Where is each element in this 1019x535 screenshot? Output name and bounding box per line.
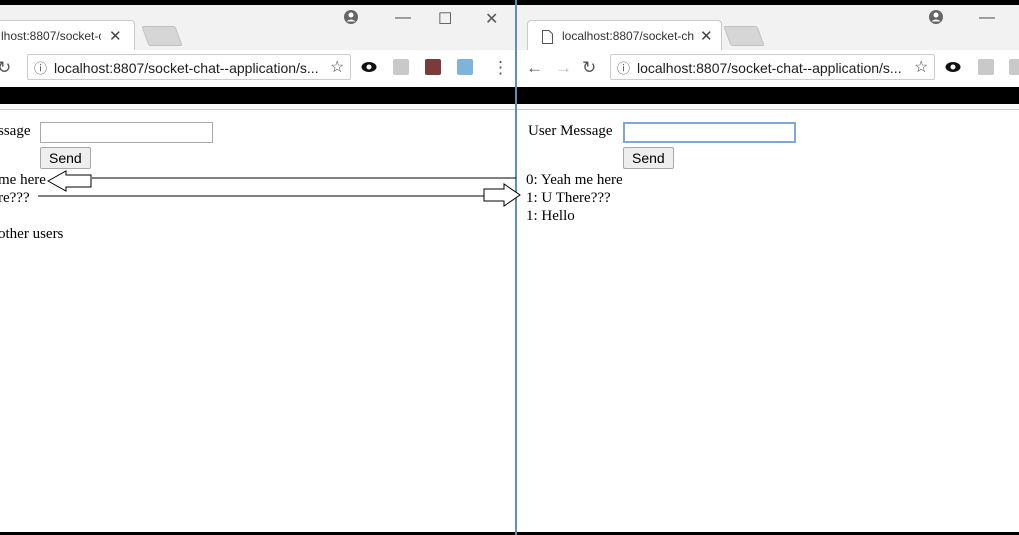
left-browser-window: lhost:8807/socket-ch ✕ — ☐ ✕ ↻ ⓘ localho… [0, 0, 515, 535]
right-browser-window: localhost:8807/socket-ch ✕ — ← → ↻ ⓘ loc… [517, 0, 1019, 535]
chat-message: me here [0, 172, 46, 188]
chat-message: other users [0, 226, 64, 242]
close-window-icon[interactable]: ✕ [485, 9, 498, 29]
pdf-extension-icon[interactable] [393, 59, 409, 75]
chat-message: 0: Yeah me here [526, 172, 623, 188]
tab-close-icon[interactable]: ✕ [700, 27, 713, 45]
chat-message: 1: U There??? [526, 190, 611, 206]
minimize-icon[interactable]: — [395, 9, 411, 27]
maximize-icon[interactable]: ☐ [438, 9, 452, 29]
user-message-label: User Message [528, 123, 613, 139]
address-bar[interactable]: ⓘ localhost:8807/socket-chat--applicatio… [27, 54, 351, 80]
minimize-icon[interactable]: — [979, 9, 995, 27]
send-button[interactable]: Send [623, 147, 674, 169]
bookmarks-bar [0, 87, 515, 104]
new-tab-button[interactable] [723, 26, 765, 46]
reload-icon[interactable]: ↻ [582, 58, 596, 78]
chat-message: 1: Hello [526, 208, 575, 224]
browser-toolbar: ← → ↻ ⓘ localhost:8807/socket-chat--appl… [517, 50, 1019, 87]
page-icon [542, 30, 553, 44]
chat-page: ssage Send me here re??? other users [0, 110, 515, 535]
extension-icon[interactable] [1009, 59, 1019, 75]
send-button[interactable]: Send [40, 147, 91, 169]
reload-icon[interactable]: ↻ [0, 58, 11, 78]
tab-close-icon[interactable]: ✕ [109, 27, 122, 45]
tab-strip: localhost:8807/socket-ch ✕ — [517, 5, 1019, 55]
user-message-label: ssage [0, 123, 31, 139]
address-url: localhost:8807/socket-chat--application/… [54, 60, 319, 76]
address-bar[interactable]: ⓘ localhost:8807/socket-chat--applicatio… [610, 54, 935, 80]
pdf-extension-icon[interactable] [978, 59, 994, 75]
info-icon[interactable]: ⓘ [617, 58, 630, 77]
browser-toolbar: ↻ ⓘ localhost:8807/socket-chat--applicat… [0, 50, 515, 87]
tab-title: lhost:8807/socket-ch [1, 29, 101, 43]
bookmarks-bar [517, 87, 1019, 104]
info-icon[interactable]: ⓘ [34, 58, 47, 77]
account-circle-icon[interactable] [343, 9, 359, 25]
account-circle-icon[interactable] [928, 9, 944, 25]
forward-icon[interactable]: → [555, 58, 572, 78]
menu-icon[interactable]: ⋮ [492, 58, 509, 78]
tab-strip: lhost:8807/socket-ch ✕ — ☐ ✕ [0, 5, 515, 55]
chat-page: User Message Send 0: Yeah me here 1: U T… [517, 110, 1019, 535]
eye-extension-icon[interactable] [945, 61, 961, 73]
user-message-input[interactable] [623, 122, 796, 143]
user-message-input[interactable] [40, 122, 213, 143]
back-icon[interactable]: ← [526, 58, 543, 78]
bookmark-star-icon[interactable]: ☆ [914, 57, 928, 77]
chat-message: re??? [0, 190, 30, 206]
extension-icon-2[interactable] [457, 59, 473, 75]
address-url: localhost:8807/socket-chat--application/… [637, 60, 902, 76]
extension-icon[interactable] [425, 59, 441, 75]
new-tab-button[interactable] [141, 26, 183, 46]
eye-extension-icon[interactable] [361, 61, 377, 73]
tab-title: localhost:8807/socket-ch [562, 29, 694, 43]
bookmark-star-icon[interactable]: ☆ [330, 57, 344, 77]
